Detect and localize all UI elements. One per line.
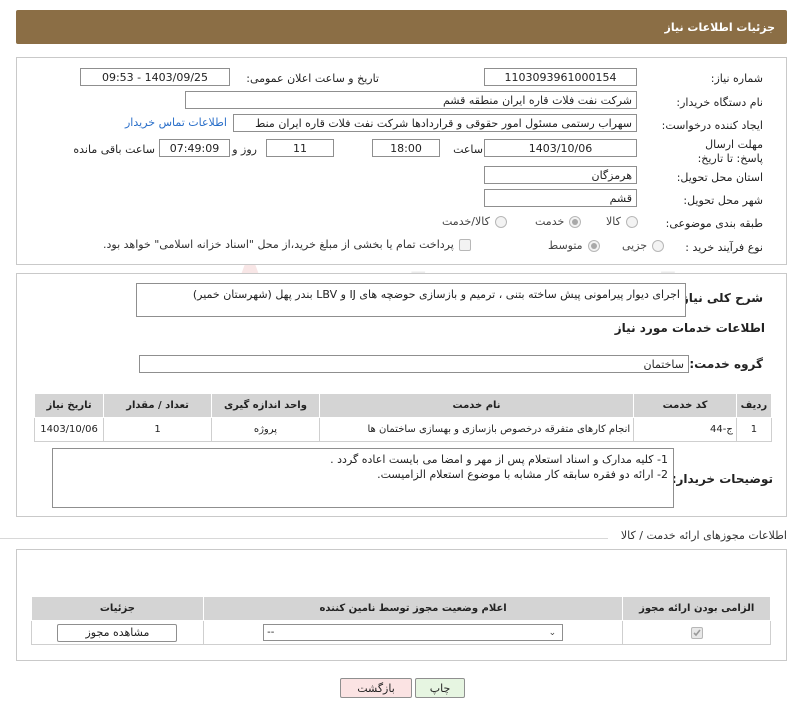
- service-group-field: ساختمان: [139, 355, 689, 373]
- process-medium-text: متوسط: [548, 239, 583, 252]
- permits-table: جزئیات اعلام وضعیت مجوز توسط نامین کننده…: [31, 596, 771, 645]
- city-label: شهر محل تحویل:: [683, 194, 763, 207]
- page-title: جزئیات اطلاعات نیاز: [664, 20, 776, 34]
- permits-header-row: جزئیات اعلام وضعیت مجوز توسط نامین کننده…: [31, 596, 771, 621]
- category-goods-text: کالا: [606, 215, 621, 228]
- category-goods-service-radio[interactable]: [494, 215, 507, 228]
- payment-checkbox[interactable]: [458, 238, 471, 251]
- category-option-goods-service[interactable]: کالا/خدمت: [442, 215, 507, 228]
- process-medium-radio[interactable]: [587, 239, 600, 252]
- requester-field: سهراب رستمی مسئول امور حقوقی و قراردادها…: [233, 114, 637, 132]
- cell-qty: 1: [103, 417, 213, 442]
- cell-unit: پروژه: [211, 417, 320, 442]
- category-option-goods[interactable]: کالا: [606, 215, 638, 228]
- category-label: طبقه بندی موضوعی:: [665, 217, 763, 230]
- buyer-note-line-1: 1- کلیه مدارک و اسناد استعلام پس از مهر …: [330, 453, 668, 466]
- col-service-code: کد خدمت: [633, 393, 737, 418]
- col-permit-required: الزامی بودن ارائه مجوز: [622, 596, 771, 621]
- need-number-field: 1103093961000154: [484, 68, 637, 86]
- announce-field: 1403/09/25 - 09:53: [80, 68, 230, 86]
- service-group-label: گروه خدمت:: [689, 357, 763, 371]
- info-panel: [16, 57, 787, 265]
- view-permit-button[interactable]: مشاهده مجوز: [57, 623, 178, 642]
- table-row: مشاهده مجوز ⌄ --: [31, 620, 771, 645]
- cell-service-code: ج-44: [633, 417, 737, 442]
- deadline-time-field: 18:00: [372, 139, 440, 157]
- permits-section-title: اطلاعات مجوزهای ارائه خدمت / کالا: [620, 529, 787, 542]
- province-field: هرمزگان: [484, 166, 637, 184]
- cell-details: مشاهده مجوز: [31, 620, 204, 645]
- permit-status-select[interactable]: ⌄ --: [263, 624, 564, 641]
- buyer-notes-label: توضیحات خریدار:: [671, 472, 773, 486]
- process-option-minor[interactable]: جزیی: [622, 239, 665, 252]
- remaining-time-field: 07:49:09: [159, 139, 230, 157]
- payment-option[interactable]: پرداخت تمام یا بخشی از مبلغ خرید،از محل …: [103, 238, 471, 251]
- category-service-radio[interactable]: [569, 215, 582, 228]
- buyer-org-field: شرکت نفت فلات قاره ایران منطقه قشم: [185, 91, 637, 109]
- description-field: اجرای دیوار پیرامونی پیش ساخته بتنی ، تر…: [136, 283, 686, 317]
- cell-need-date: 1403/10/06: [33, 417, 105, 442]
- category-service-text: خدمت: [535, 215, 565, 228]
- deadline-date-field: 1403/10/06: [484, 139, 637, 157]
- col-need-date: تاریخ نیاز: [33, 393, 105, 418]
- process-label: نوع فرآیند خرید :: [685, 241, 763, 254]
- cell-permit-required: [622, 620, 771, 645]
- buyer-notes-field: 1- کلیه مدارک و اسناد استعلام پس از مهر …: [52, 448, 674, 508]
- province-label: استان محل تحویل:: [676, 171, 763, 184]
- need-number-label: شماره نیاز:: [710, 72, 763, 85]
- page-header: جزئیات اطلاعات نیاز: [16, 10, 787, 44]
- col-unit: واحد اندازه گیری: [211, 393, 320, 418]
- col-qty: تعداد / مقدار: [103, 393, 213, 418]
- buyer-org-label: نام دستگاه خریدار:: [676, 96, 763, 109]
- cell-service-name: انجام کارهای متفرقه درخصوص بازسازی و بهس…: [318, 417, 635, 442]
- permit-status-value: --: [267, 627, 275, 638]
- print-button[interactable]: چاپ: [415, 678, 465, 698]
- process-minor-text: جزیی: [622, 239, 648, 252]
- city-field: قشم: [484, 189, 637, 207]
- col-service-name: نام خدمت: [318, 393, 635, 418]
- process-option-medium[interactable]: متوسط: [548, 239, 600, 252]
- col-permit-status: اعلام وضعیت مجوز توسط نامین کننده: [202, 596, 624, 621]
- days-field: 11: [266, 139, 334, 157]
- process-minor-radio[interactable]: [652, 239, 665, 252]
- time-label: ساعت: [453, 143, 483, 156]
- col-details: جزئیات: [31, 596, 204, 621]
- col-row-index: ردیف: [735, 393, 773, 418]
- category-goods-service-text: کالا/خدمت: [442, 215, 490, 228]
- contact-buyer-link[interactable]: اطلاعات تماس خریدار: [125, 116, 227, 129]
- deadline-label: مهلت ارسال پاسخ: تا تاریخ:: [697, 138, 763, 165]
- announce-label: تاریخ و ساعت اعلان عمومی:: [246, 72, 379, 85]
- buyer-note-line-2: 2- ارائه دو فقره سابقه کار مشابه با موضو…: [377, 468, 668, 481]
- check-icon: [693, 629, 701, 637]
- cell-row-index: 1: [735, 417, 773, 442]
- table-row: 1403/10/06 1 پروژه انجام کارهای متفرقه د…: [33, 417, 773, 442]
- days-label: روز و: [232, 143, 257, 156]
- chevron-down-icon: ⌄: [548, 627, 557, 638]
- permit-required-checkbox: [690, 627, 703, 639]
- cell-permit-status: ⌄ --: [202, 620, 624, 645]
- back-button[interactable]: بازگشت: [340, 678, 412, 698]
- category-goods-radio[interactable]: [625, 215, 638, 228]
- remaining-label: ساعت باقی مانده: [73, 143, 155, 156]
- description-label: شرح کلی نیاز:: [677, 291, 763, 305]
- requester-label: ایجاد کننده درخواست:: [661, 119, 763, 132]
- services-table: تاریخ نیاز تعداد / مقدار واحد اندازه گیر…: [33, 393, 773, 442]
- services-header-row: تاریخ نیاز تعداد / مقدار واحد اندازه گیر…: [33, 393, 773, 418]
- services-section-title: اطلاعات خدمات مورد نیاز: [614, 321, 765, 335]
- category-option-service[interactable]: خدمت: [535, 215, 582, 228]
- payment-note: پرداخت تمام یا بخشی از مبلغ خرید،از محل …: [103, 238, 454, 251]
- permits-divider: [0, 538, 608, 539]
